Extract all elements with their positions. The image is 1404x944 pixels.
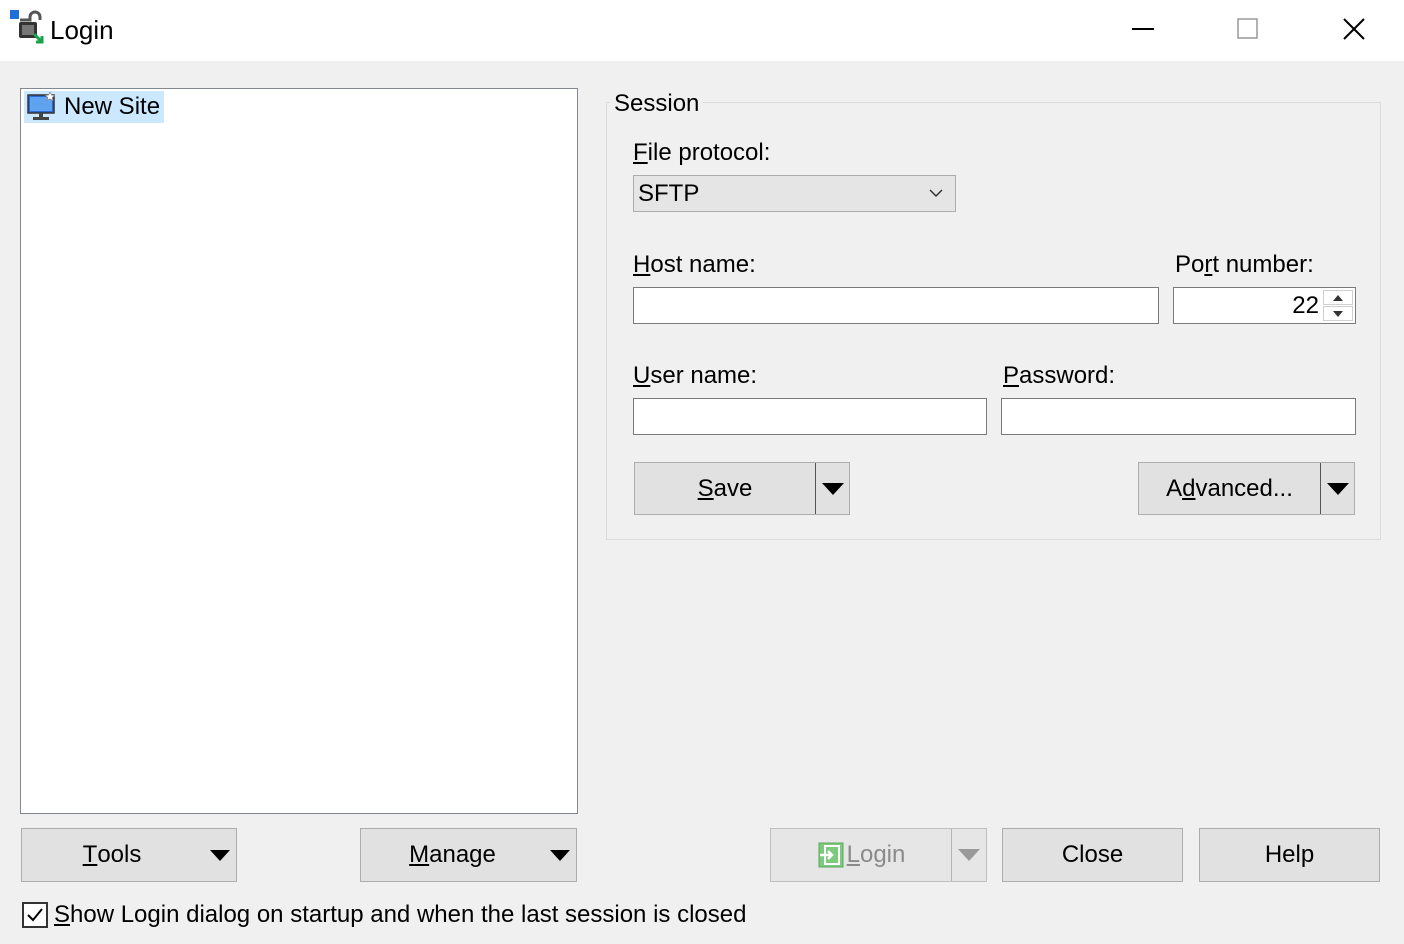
port-number-input[interactable]: 22 [1173, 287, 1356, 324]
tools-label: Tools [82, 841, 142, 868]
port-decrement-button[interactable] [1323, 306, 1353, 321]
tree-item-new-site[interactable]: New Site [24, 91, 165, 123]
minimize-button[interactable] [1093, 0, 1193, 58]
dropdown-arrow-icon [550, 849, 570, 861]
close-icon [1343, 18, 1365, 40]
file-protocol-select[interactable]: SFTP [633, 175, 956, 212]
winscp-lock-icon [10, 10, 46, 46]
login-button[interactable]: Login [771, 829, 951, 881]
file-protocol-value: SFTP [638, 179, 700, 207]
close-button[interactable]: Close [1002, 828, 1183, 882]
host-name-input[interactable] [633, 287, 1159, 324]
maximize-button[interactable] [1198, 0, 1298, 58]
manage-dropdown-arrow [544, 829, 576, 881]
login-dropdown-button[interactable] [952, 829, 986, 881]
port-number-label: Port number: [1175, 251, 1314, 278]
password-input[interactable] [1001, 398, 1356, 435]
dropdown-arrow-icon [958, 849, 980, 861]
show-login-checkbox[interactable] [22, 902, 48, 928]
port-number-value: 22 [1292, 292, 1319, 319]
file-protocol-label: File protocol: [633, 139, 771, 166]
help-button[interactable]: Help [1199, 828, 1380, 882]
caret-down-icon [1333, 310, 1343, 317]
save-button[interactable]: Save [635, 463, 815, 514]
dropdown-arrow-icon [1327, 482, 1349, 495]
maximize-icon [1237, 18, 1258, 39]
tree-item-label: New Site [64, 93, 161, 120]
advanced-button[interactable]: Ad vanced... [1139, 463, 1320, 514]
checkmark-icon [27, 908, 43, 922]
login-icon [818, 842, 844, 868]
dropdown-arrow-icon [822, 482, 844, 495]
show-login-label[interactable]: Show Login dialog on startup and when th… [54, 901, 746, 929]
chevron-down-icon [929, 189, 943, 198]
window-title: Login [50, 15, 114, 45]
advanced-split-button[interactable]: Ad vanced... [1138, 462, 1355, 515]
session-group-title: Session [610, 90, 704, 118]
advanced-dropdown-button[interactable] [1321, 463, 1355, 514]
title-bar [0, 0, 1404, 61]
site-tree[interactable]: New Site [20, 88, 578, 814]
minimize-icon [1132, 28, 1154, 30]
save-split-button[interactable]: Save [634, 462, 850, 515]
manage-label: Manage [409, 841, 496, 868]
port-increment-button[interactable] [1323, 290, 1353, 305]
password-label: Password: [1003, 362, 1116, 389]
user-name-label: User name: [633, 362, 758, 389]
tools-button[interactable]: Tools [21, 828, 237, 882]
caret-up-icon [1333, 294, 1343, 301]
close-window-button[interactable] [1304, 0, 1404, 58]
user-name-input[interactable] [633, 398, 987, 435]
tools-dropdown-arrow [204, 829, 236, 881]
dropdown-arrow-icon [210, 849, 230, 861]
manage-button[interactable]: Manage [360, 828, 577, 882]
new-site-monitor-icon [27, 91, 56, 120]
host-name-label: Host name: [633, 251, 756, 278]
login-split-button[interactable]: Login [770, 828, 987, 882]
save-dropdown-button[interactable] [816, 463, 850, 514]
